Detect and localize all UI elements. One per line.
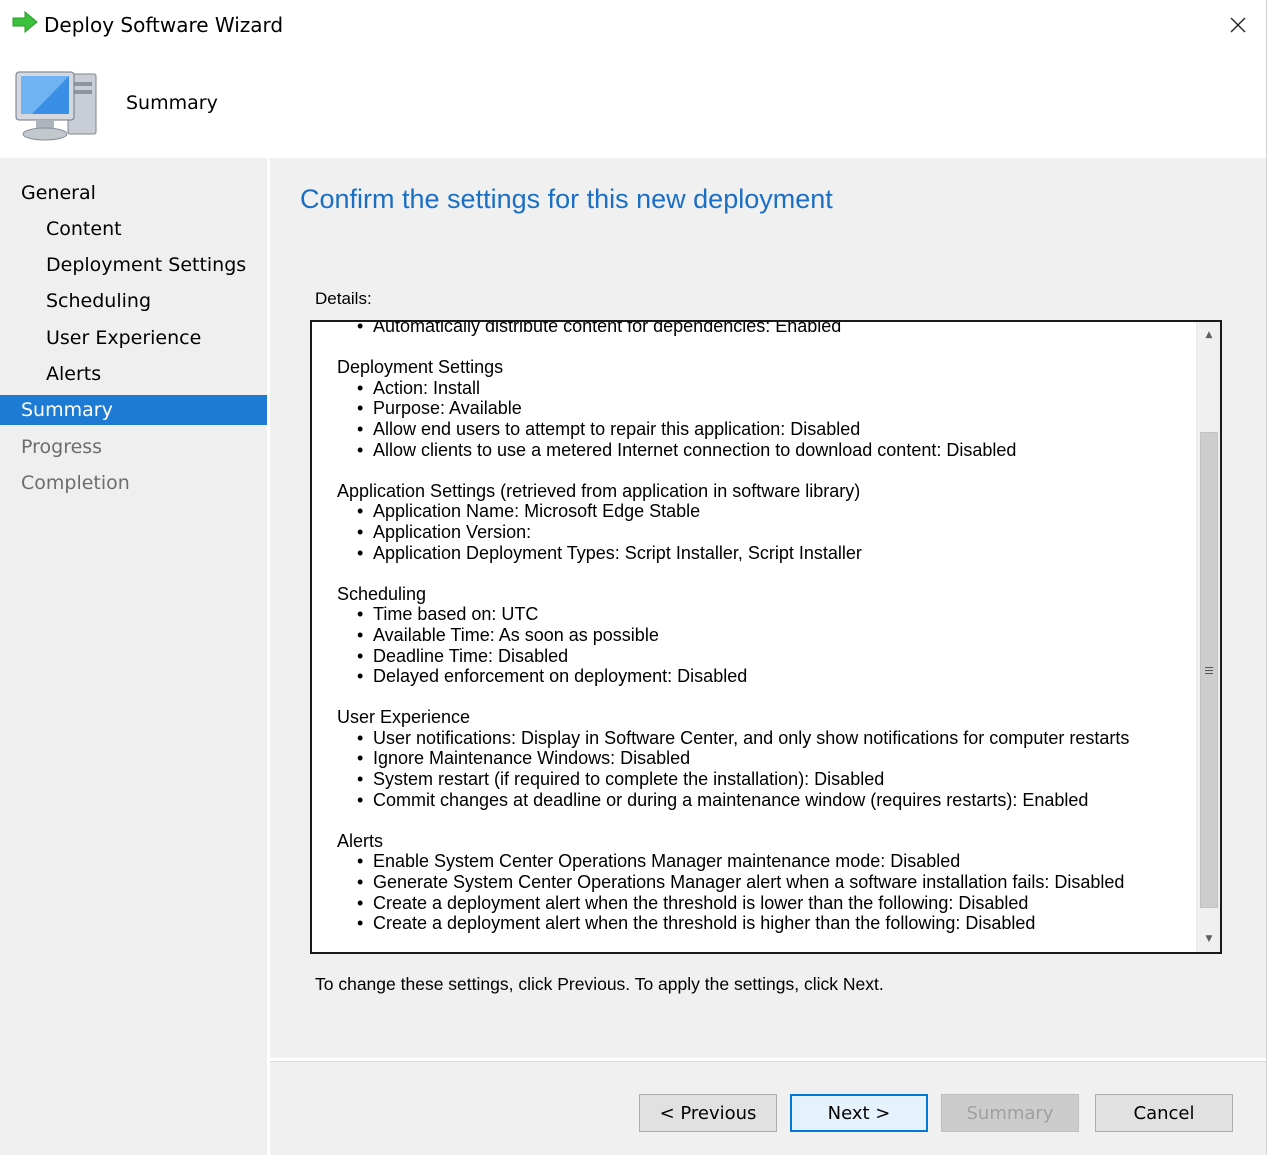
window-title: Deploy Software Wizard: [44, 13, 284, 37]
details-section-application-settings: Application Settings (retrieved from app…: [337, 481, 1187, 563]
page-title: Confirm the settings for this new deploy…: [300, 184, 833, 214]
button-bar: < Previous Next > Summary Cancel: [270, 1061, 1266, 1155]
header-banner: Summary: [0, 52, 1266, 158]
details-section-partial: Automatically distribute content for dep…: [337, 322, 1187, 337]
nav-item-completion: Completion: [21, 472, 130, 494]
details-item: Allow clients to use a metered Internet …: [337, 440, 1187, 461]
details-item: Time based on: UTC: [337, 604, 1187, 625]
details-content: Automatically distribute content for dep…: [337, 322, 1187, 952]
nav-item-content[interactable]: Content: [0, 214, 267, 244]
wizard-nav: General Content Deployment Settings Sche…: [0, 158, 267, 1155]
section-title: Application Settings (retrieved from app…: [337, 480, 861, 501]
section-title: Scheduling: [337, 583, 427, 604]
wizard-window: Deploy Software Wizard Summary General C…: [0, 0, 1267, 1155]
nav-item-user-experience[interactable]: User Experience: [0, 323, 267, 353]
details-section-alerts: Alerts Enable System Center Operations M…: [337, 831, 1187, 934]
details-item: System restart (if required to complete …: [337, 769, 1187, 790]
details-item: Enable System Center Operations Manager …: [337, 851, 1187, 872]
grip-icon: [1205, 666, 1213, 674]
section-title: Deployment Settings: [337, 357, 504, 378]
details-item: Application Name: Microsoft Edge Stable: [337, 501, 1187, 522]
nav-item-progress: Progress: [21, 436, 103, 458]
details-scrollbar[interactable]: ▲ ▼: [1196, 322, 1220, 952]
previous-button[interactable]: < Previous: [639, 1094, 777, 1132]
details-item: Commit changes at deadline or during a m…: [337, 790, 1187, 811]
nav-item-summary[interactable]: Summary: [0, 395, 267, 425]
details-item: Ignore Maintenance Windows: Disabled: [337, 748, 1187, 769]
summary-button: Summary: [941, 1094, 1079, 1132]
details-item: Application Deployment Types: Script Ins…: [337, 543, 1187, 564]
details-item: Purpose: Available: [337, 398, 1187, 419]
cancel-button[interactable]: Cancel: [1095, 1094, 1233, 1132]
scroll-up-arrow-icon[interactable]: ▲: [1197, 322, 1220, 348]
section-title: Alerts: [337, 830, 384, 851]
details-item: Available Time: As soon as possible: [337, 625, 1187, 646]
main-panel: Confirm the settings for this new deploy…: [270, 158, 1266, 1058]
banner-title: Summary: [126, 92, 218, 114]
scroll-down-arrow-icon[interactable]: ▼: [1197, 926, 1220, 952]
scroll-thumb[interactable]: [1200, 432, 1218, 908]
instruction-text: To change these settings, click Previous…: [315, 974, 884, 994]
details-item: Application Version:: [337, 522, 1187, 543]
details-label: Details:: [315, 289, 372, 308]
details-item: Delayed enforcement on deployment: Disab…: [337, 666, 1187, 687]
green-arrow-icon: [12, 11, 38, 33]
computer-icon: [15, 71, 97, 141]
details-item: Allow end users to attempt to repair thi…: [337, 419, 1187, 440]
details-section-deployment-settings: Deployment Settings Action: Install Purp…: [337, 357, 1187, 460]
details-item: Create a deployment alert when the thres…: [337, 893, 1187, 914]
section-title: User Experience: [337, 707, 471, 728]
nav-item-alerts[interactable]: Alerts: [0, 359, 267, 389]
details-item: Automatically distribute content for dep…: [337, 322, 1187, 337]
details-item: Generate System Center Operations Manage…: [337, 872, 1187, 893]
details-item: User notifications: Display in Software …: [337, 728, 1187, 749]
nav-item-deployment-settings[interactable]: Deployment Settings: [0, 250, 267, 280]
details-section-user-experience: User Experience User notifications: Disp…: [337, 707, 1187, 810]
details-section-scheduling: Scheduling Time based on: UTC Available …: [337, 584, 1187, 687]
title-bar: Deploy Software Wizard: [0, 0, 1266, 52]
close-icon: [1230, 17, 1246, 33]
nav-item-general[interactable]: General: [0, 178, 267, 208]
details-item: Action: Install: [337, 378, 1187, 399]
details-item: Deadline Time: Disabled: [337, 646, 1187, 667]
nav-item-scheduling[interactable]: Scheduling: [0, 286, 267, 316]
close-button[interactable]: [1220, 8, 1256, 42]
details-item: Create a deployment alert when the thres…: [337, 913, 1187, 934]
next-button[interactable]: Next >: [790, 1094, 928, 1132]
details-textbox[interactable]: Automatically distribute content for dep…: [310, 320, 1222, 954]
